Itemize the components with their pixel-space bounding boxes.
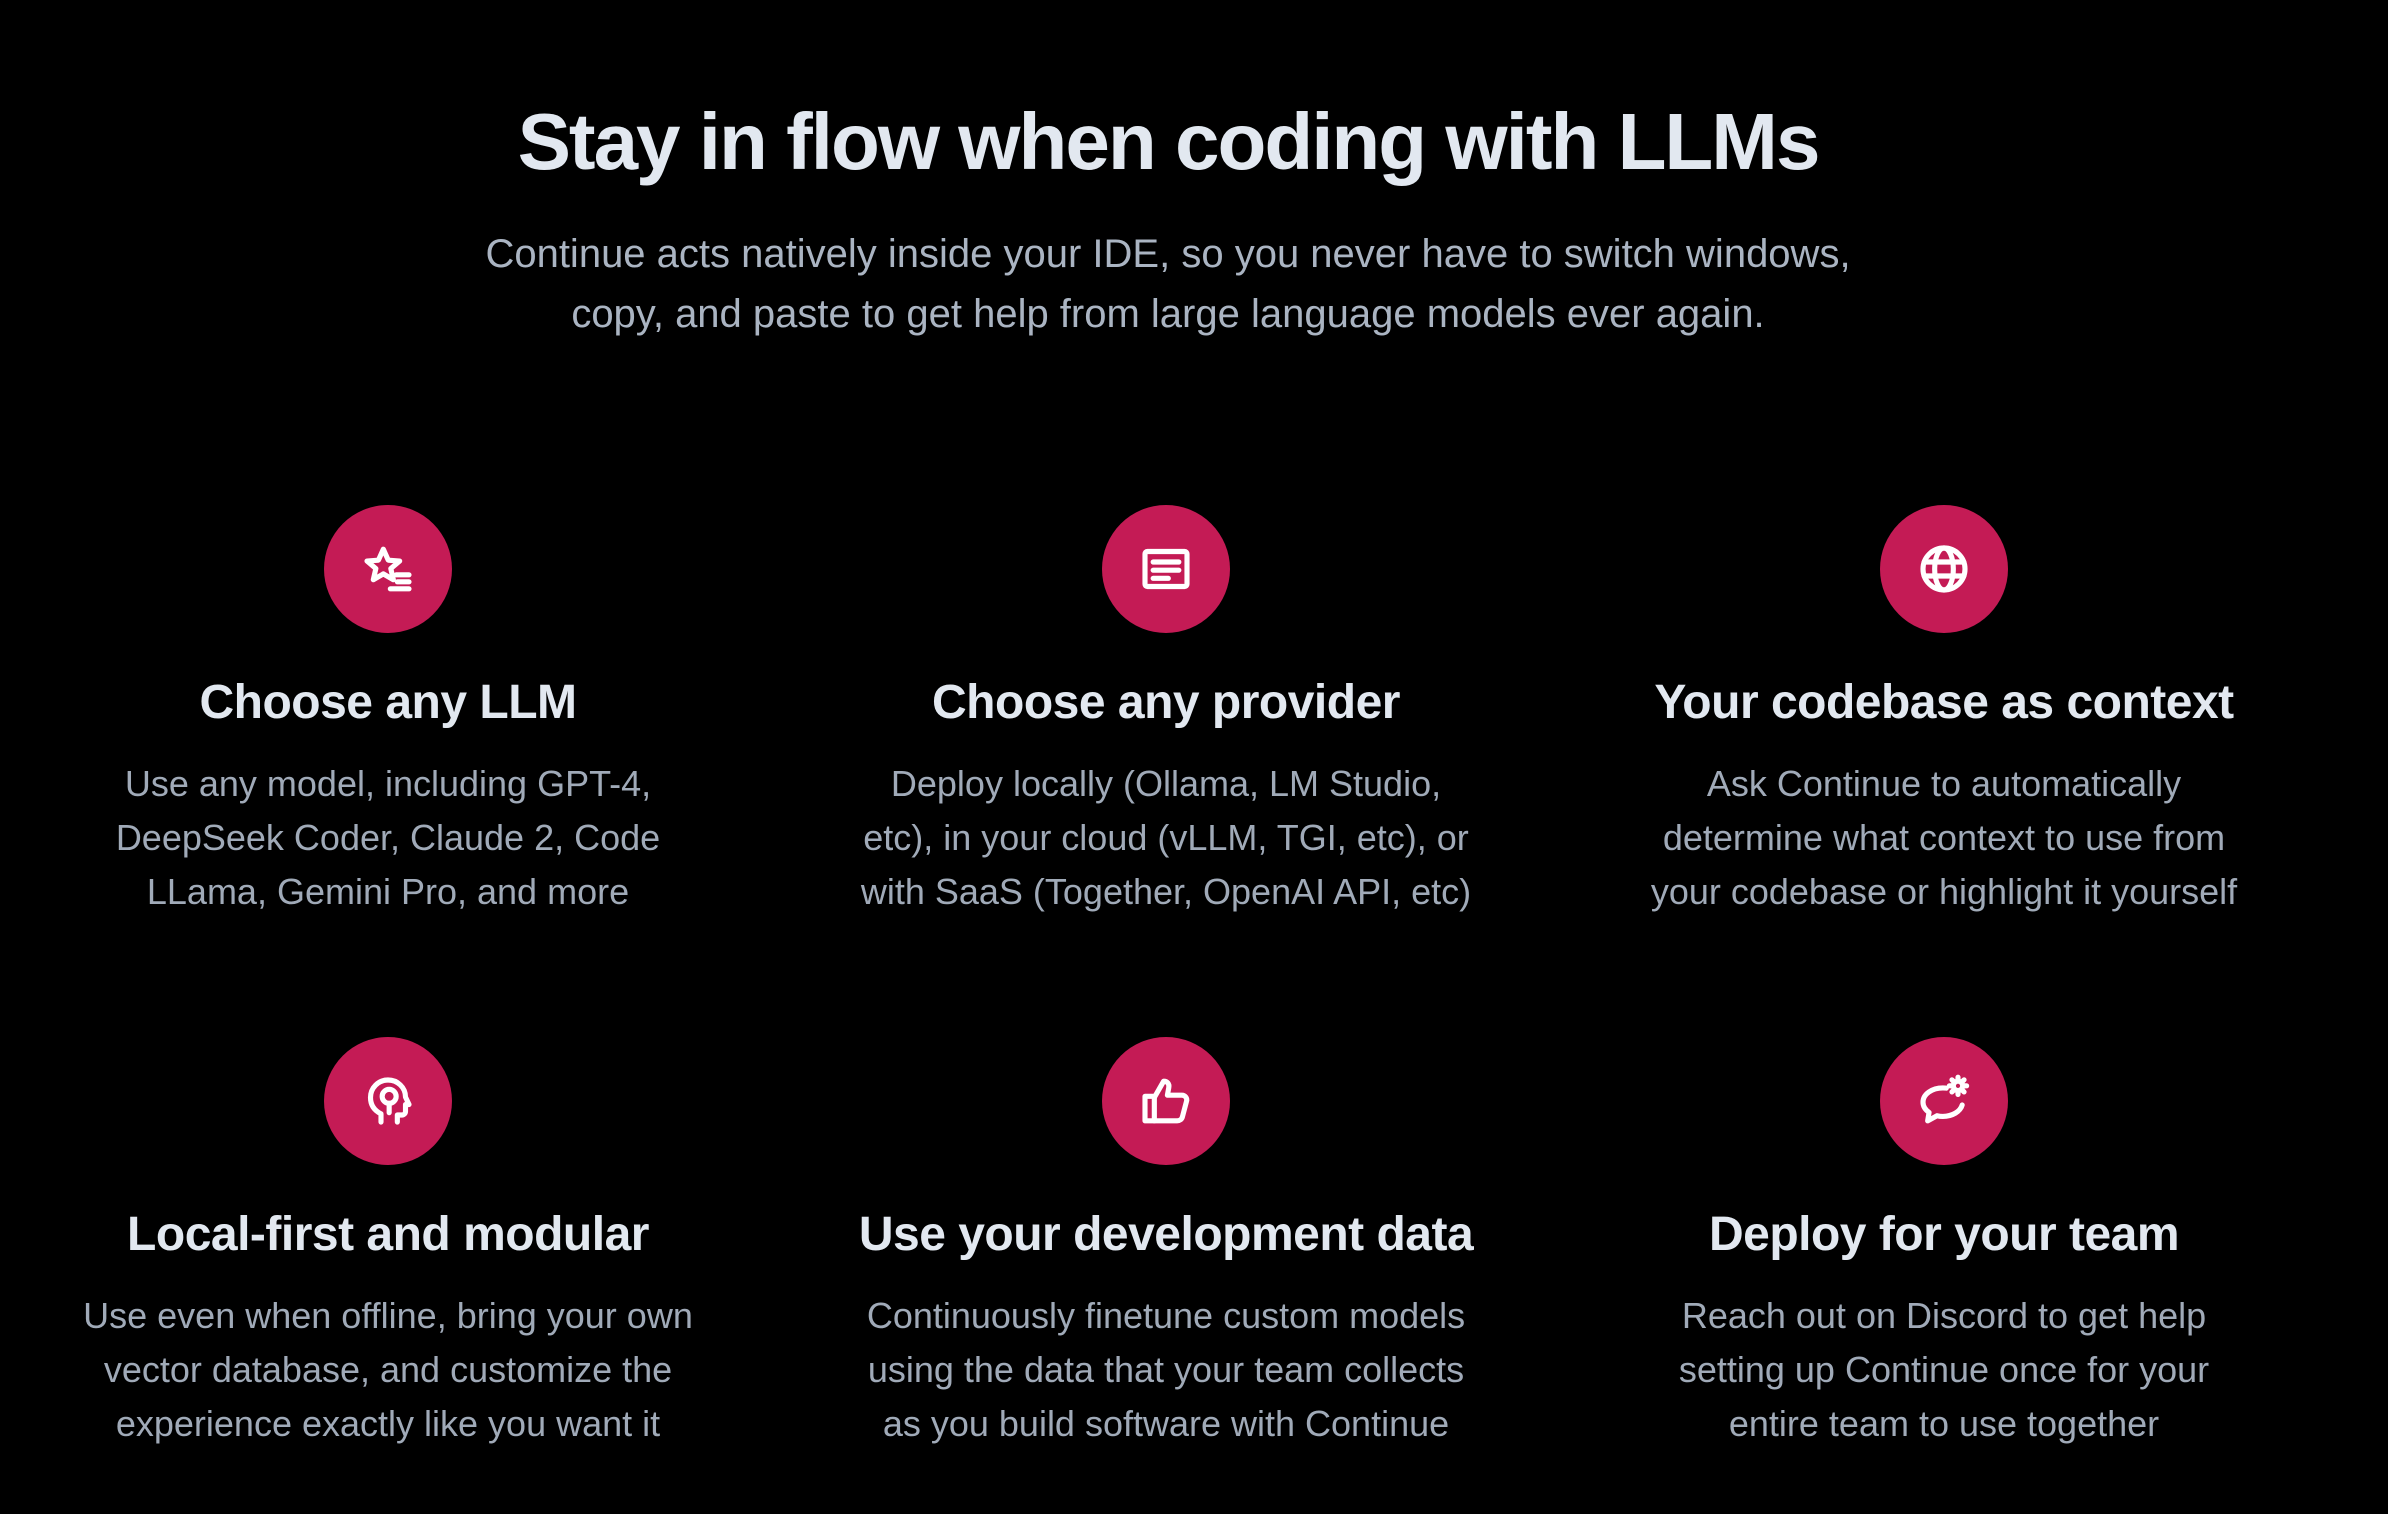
feature-description: Ask Continue to automatically determine … bbox=[1594, 757, 2294, 919]
feature-description: Use even when offline, bring your own ve… bbox=[38, 1289, 738, 1451]
thumbs-up-icon bbox=[1102, 1037, 1230, 1165]
description-line: Deploy locally (Ollama, LM Studio, bbox=[890, 763, 1442, 804]
description-line: Use even when offline, bring your own bbox=[83, 1295, 693, 1336]
feature-title: Local-first and modular bbox=[127, 1208, 649, 1261]
description-line: setting up Continue once for your bbox=[1678, 1349, 2210, 1390]
feature-title: Deploy for your team bbox=[1708, 1208, 2180, 1261]
feature-description: Reach out on Discord to get help setting… bbox=[1594, 1289, 2294, 1451]
description-line: etc), in your cloud (vLLM, TGI, etc), or bbox=[863, 817, 1469, 858]
subtitle-line: copy, and paste to get help from large l… bbox=[571, 292, 1765, 336]
chat-gear-icon bbox=[1880, 1037, 2008, 1165]
feature-title: Use your development data bbox=[858, 1208, 1474, 1261]
feature-title: Choose any LLM bbox=[199, 676, 577, 729]
document-icon bbox=[1102, 505, 1230, 633]
description-line: entire team to use together bbox=[1728, 1403, 2160, 1444]
description-line: Continuously finetune custom models bbox=[866, 1295, 1466, 1336]
description-line: with SaaS (Together, OpenAI API, etc) bbox=[860, 871, 1472, 912]
feature-development-data: Use your development data Continuously f… bbox=[816, 1037, 1516, 1451]
description-line: LLama, Gemini Pro, and more bbox=[146, 871, 630, 912]
star-list-icon bbox=[324, 505, 452, 633]
feature-choose-any-llm: Choose any LLM Use any model, including … bbox=[38, 505, 738, 919]
page-title: Stay in flow when coding with LLMs bbox=[517, 97, 1821, 186]
feature-title: Choose any provider bbox=[932, 676, 1400, 729]
description-line: your codebase or highlight it yourself bbox=[1650, 871, 2238, 912]
feature-description: Continuously finetune custom models usin… bbox=[816, 1289, 1516, 1451]
description-line: as you build software with Continue bbox=[882, 1403, 1450, 1444]
feature-local-first: Local-first and modular Use even when of… bbox=[38, 1037, 738, 1451]
subtitle-line: Continue acts natively inside your IDE, … bbox=[485, 232, 1851, 276]
features-section: Stay in flow when coding with LLMs Conti… bbox=[0, 0, 2388, 1514]
feature-description: Deploy locally (Ollama, LM Studio, etc),… bbox=[816, 757, 1516, 919]
feature-title: Your codebase as context bbox=[1654, 676, 2234, 729]
description-line: experience exactly like you want it bbox=[115, 1403, 661, 1444]
head-idea-icon bbox=[324, 1037, 452, 1165]
description-line: determine what context to use from bbox=[1662, 817, 2226, 858]
globe-icon bbox=[1880, 505, 2008, 633]
description-line: vector database, and customize the bbox=[103, 1349, 673, 1390]
page-subtitle: Continue acts natively inside your IDE, … bbox=[0, 224, 2336, 344]
description-line: Ask Continue to automatically bbox=[1706, 763, 2182, 804]
feature-codebase-as-context: Your codebase as context Ask Continue to… bbox=[1594, 505, 2294, 919]
description-line: DeepSeek Coder, Claude 2, Code bbox=[115, 817, 661, 858]
description-line: Reach out on Discord to get help bbox=[1681, 1295, 2207, 1336]
feature-deploy-for-team: Deploy for your team Reach out on Discor… bbox=[1594, 1037, 2294, 1451]
feature-description: Use any model, including GPT-4, DeepSeek… bbox=[38, 757, 738, 919]
description-line: Use any model, including GPT-4, bbox=[124, 763, 652, 804]
description-line: using the data that your team collects bbox=[867, 1349, 1465, 1390]
feature-choose-any-provider: Choose any provider Deploy locally (Olla… bbox=[816, 505, 1516, 919]
